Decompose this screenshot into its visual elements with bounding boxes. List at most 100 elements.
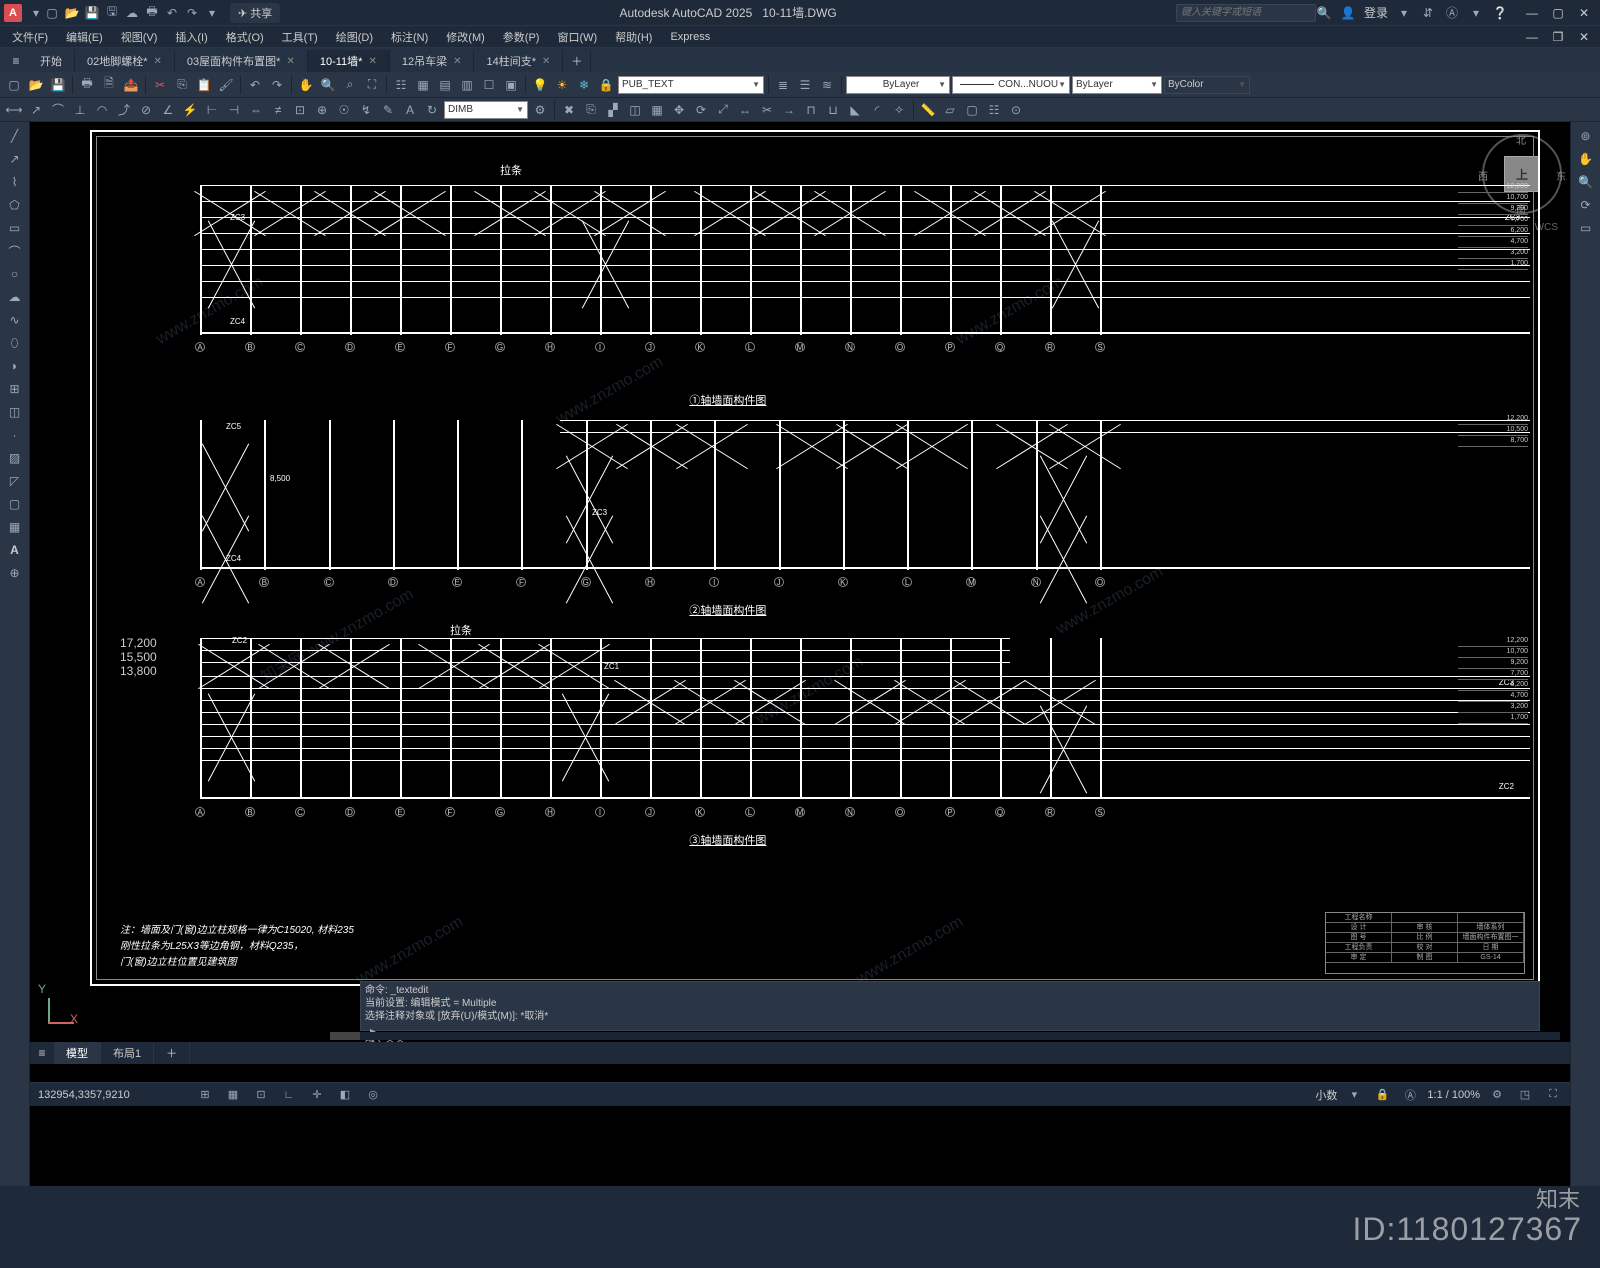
app-logo[interactable]: A (4, 4, 22, 22)
arc-icon[interactable]: ⌒ (5, 241, 25, 261)
login-arrow-icon[interactable]: ▾ (1396, 5, 1412, 21)
xline-icon[interactable]: ↗ (5, 149, 25, 169)
h-scrollbar[interactable] (330, 1032, 1560, 1040)
lineweight-combo[interactable]: ByLayer▼ (1072, 76, 1162, 94)
dimedit-icon[interactable]: ✎ (378, 100, 398, 120)
menu-insert[interactable]: 插入(I) (167, 27, 215, 47)
file-tab-5[interactable]: 14柱间支*✕ (474, 50, 563, 72)
polar-icon[interactable]: ✛ (306, 1086, 328, 1104)
nav-orbit-icon[interactable]: ⟳ (1576, 195, 1596, 215)
m-array-icon[interactable]: ▦ (647, 100, 667, 120)
tab-layout1[interactable]: 布局1 (101, 1042, 154, 1064)
ann-scale-icon[interactable]: Ⓐ (1399, 1086, 1421, 1104)
app-menu-arrow[interactable]: ▾ (28, 5, 44, 21)
dimdia-icon[interactable]: ⊘ (136, 100, 156, 120)
file-tab-3[interactable]: 10-11墙*✕ (308, 50, 390, 72)
tab-add-layout[interactable]: ＋ (154, 1042, 190, 1064)
freeze-icon[interactable]: ❄ (574, 75, 594, 95)
layerprops-icon[interactable]: ≣ (773, 75, 793, 95)
dimcont-icon[interactable]: ⊣ (224, 100, 244, 120)
area-icon[interactable]: ▱ (940, 100, 960, 120)
menu-draw[interactable]: 绘图(D) (328, 27, 381, 47)
save2-icon[interactable]: 💾 (48, 75, 68, 95)
file-tab-4[interactable]: 12吊车梁✕ (390, 50, 475, 72)
user-icon[interactable]: 👤 (1340, 5, 1356, 21)
close-tab-icon[interactable]: ✕ (286, 56, 294, 67)
properties-icon[interactable]: ☷ (391, 75, 411, 95)
linetype-combo[interactable]: CON...NUOU▼ (952, 76, 1070, 94)
dimord-icon[interactable]: ⊥ (70, 100, 90, 120)
menu-format[interactable]: 格式(O) (218, 27, 272, 47)
status-coords[interactable]: 132954,3357,9210 (38, 1089, 188, 1101)
qnew-icon[interactable]: ▢ (4, 75, 24, 95)
m-move-icon[interactable]: ✥ (669, 100, 689, 120)
layout-menu-icon[interactable]: ≡ (30, 1042, 54, 1064)
login-button[interactable]: 登录 (1364, 4, 1388, 21)
drawing-canvas[interactable]: www.znzmo.com www.znzmo.com www.znzmo.co… (30, 122, 1600, 1186)
list-icon[interactable]: ☷ (984, 100, 1004, 120)
doc-minimize-button[interactable]: — (1520, 27, 1544, 47)
point-icon[interactable]: · (5, 425, 25, 445)
m-trim-icon[interactable]: ✂ (757, 100, 777, 120)
open2-icon[interactable]: 📂 (26, 75, 46, 95)
m-offset-icon[interactable]: ◫ (625, 100, 645, 120)
center-icon[interactable]: ⊕ (312, 100, 332, 120)
m-stretch-icon[interactable]: ↔ (735, 100, 755, 120)
h-scrollbar-thumb[interactable] (330, 1032, 360, 1040)
table-icon[interactable]: ▦ (5, 517, 25, 537)
ellipse-icon[interactable]: ⬯ (5, 333, 25, 353)
paste-icon[interactable]: 📋 (194, 75, 214, 95)
layer-combo[interactable]: PUB_TEXT▼ (618, 76, 764, 94)
search-icon[interactable]: 🔍 (1316, 5, 1332, 21)
autodesk-app-icon[interactable]: Ⓐ (1444, 5, 1460, 21)
cut-icon[interactable]: ✂ (150, 75, 170, 95)
nav-zoom-icon[interactable]: 🔍 (1576, 172, 1596, 192)
qat-arrow-icon[interactable]: ▾ (204, 5, 220, 21)
quick-nav-icon[interactable]: ≡ (4, 50, 28, 72)
copy-icon[interactable]: ⎘ (172, 75, 192, 95)
new-icon[interactable]: ▢ (44, 5, 60, 21)
share-button[interactable]: ✈ 共享 (230, 3, 280, 23)
gradient-icon[interactable]: ◸ (5, 471, 25, 491)
insert-icon[interactable]: ⊞ (5, 379, 25, 399)
tp-icon[interactable]: ▤ (435, 75, 455, 95)
polygon-icon[interactable]: ⬠ (5, 195, 25, 215)
print-icon[interactable]: 🖶 (77, 75, 97, 95)
zoom-icon[interactable]: 🔍 (318, 75, 338, 95)
circle-icon[interactable]: ○ (5, 264, 25, 284)
ellarc-icon[interactable]: ◗ (5, 356, 25, 376)
dimstyle-icon[interactable]: ⚙ (530, 100, 550, 120)
addsel-icon[interactable]: ⊕ (5, 563, 25, 583)
dimjog-icon[interactable]: ⤴ (114, 100, 134, 120)
save-icon[interactable]: 💾 (84, 5, 100, 21)
help-icon[interactable]: ❔ (1492, 5, 1508, 21)
close-tab-icon[interactable]: ✕ (368, 56, 376, 67)
pline-icon[interactable]: ⌇ (5, 172, 25, 192)
zoomw-icon[interactable]: ⌕ (340, 75, 360, 95)
dc-icon[interactable]: ▦ (413, 75, 433, 95)
dimqck-icon[interactable]: ⚡ (180, 100, 200, 120)
menu-param[interactable]: 参数(P) (495, 27, 548, 47)
m-erase-icon[interactable]: ✖ (559, 100, 579, 120)
preview-icon[interactable]: 🗎 (99, 75, 119, 95)
lock-icon[interactable]: 🔒 (596, 75, 616, 95)
doc-close-button[interactable]: ✕ (1572, 27, 1596, 47)
ann-dropdown-icon[interactable]: ▾ (1343, 1086, 1365, 1104)
grid-icon[interactable]: ▦ (222, 1086, 244, 1104)
sun-icon[interactable]: ☀ (552, 75, 572, 95)
dist-icon[interactable]: 📏 (918, 100, 938, 120)
menu-modify[interactable]: 修改(M) (438, 27, 493, 47)
search-input[interactable] (1176, 4, 1316, 22)
m-chamfer-icon[interactable]: ◣ (845, 100, 865, 120)
dimupd-icon[interactable]: ↻ (422, 100, 442, 120)
dimarc-icon[interactable]: ⌒ (48, 100, 68, 120)
nav-full-icon[interactable]: ⊚ (1576, 126, 1596, 146)
menu-dim[interactable]: 标注(N) (383, 27, 436, 47)
dimali-icon[interactable]: ↗ (26, 100, 46, 120)
iso-ws-icon[interactable]: ◳ (1514, 1086, 1536, 1104)
menu-edit[interactable]: 编辑(E) (58, 27, 111, 47)
line-icon[interactable]: ╱ (5, 126, 25, 146)
markup-icon[interactable]: ☐ (479, 75, 499, 95)
region-icon[interactable]: ▢ (962, 100, 982, 120)
bulb-icon[interactable]: 💡 (530, 75, 550, 95)
